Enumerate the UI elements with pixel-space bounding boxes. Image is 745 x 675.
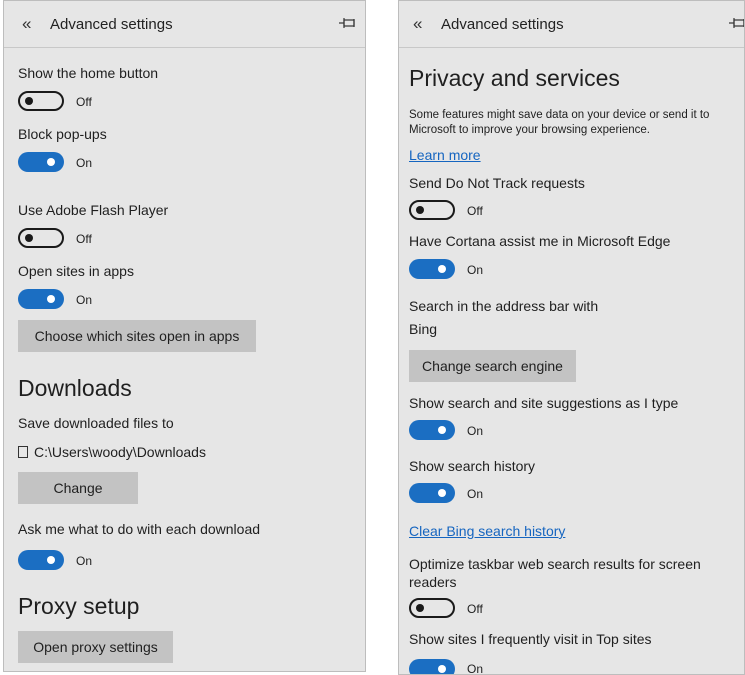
block-popups-toggle[interactable] (18, 152, 64, 172)
panel-title: Advanced settings (50, 16, 173, 33)
search-history-state: On (467, 487, 484, 501)
change-search-engine-button[interactable]: Change search engine (409, 350, 576, 382)
back-chevron-icon[interactable]: « (413, 14, 422, 34)
download-path: C:\Users\woody\Downloads (18, 444, 206, 460)
flash-player-label: Use Adobe Flash Player (18, 202, 169, 218)
do-not-track-toggle[interactable] (409, 200, 455, 220)
optimize-taskbar-state: Off (467, 602, 483, 616)
top-sites-label: Show sites I frequently visit in Top sit… (409, 631, 652, 647)
toggle-knob (25, 234, 33, 242)
search-suggestions-toggle[interactable] (409, 420, 455, 440)
search-suggestions-state: On (467, 424, 484, 438)
cortana-label: Have Cortana assist me in Microsoft Edge (409, 233, 671, 249)
do-not-track-state: Off (467, 204, 483, 218)
cortana-toggle[interactable] (409, 259, 455, 279)
toggle-knob (438, 665, 446, 673)
panel-header: « Advanced settings (4, 1, 365, 48)
folder-icon (18, 446, 28, 458)
privacy-heading: Privacy and services (409, 65, 620, 91)
home-button-label: Show the home button (18, 65, 159, 81)
search-suggestions-label: Show search and site suggestions as I ty… (409, 395, 679, 411)
toggle-knob (416, 604, 424, 612)
do-not-track-label: Send Do Not Track requests (409, 175, 585, 191)
back-chevron-icon[interactable]: « (22, 14, 31, 34)
flash-player-state: Off (76, 232, 92, 246)
toggle-knob (47, 158, 55, 166)
toggle-knob (47, 556, 55, 564)
home-button-toggle[interactable] (18, 91, 64, 111)
search-engine-label: Search in the address bar with (409, 298, 599, 314)
open-sites-in-apps-label: Open sites in apps (18, 263, 134, 279)
ask-download-toggle[interactable] (18, 550, 64, 570)
pin-icon[interactable] (728, 15, 745, 31)
toggle-knob (438, 489, 446, 497)
search-history-toggle[interactable] (409, 483, 455, 503)
top-sites-state: On (467, 662, 484, 675)
downloads-heading: Downloads (18, 375, 132, 401)
choose-sites-button[interactable]: Choose which sites open in apps (18, 320, 256, 352)
proxy-heading: Proxy setup (18, 593, 140, 619)
privacy-description: Some features might save data on your de… (409, 109, 710, 136)
block-popups-label: Block pop-ups (18, 126, 107, 142)
save-downloads-label: Save downloaded files to (18, 415, 174, 431)
open-sites-in-apps-toggle[interactable] (18, 289, 64, 309)
panel-title: Advanced settings (441, 16, 564, 33)
toggle-knob (416, 206, 424, 214)
top-sites-toggle[interactable] (409, 659, 455, 674)
toggle-knob (438, 426, 446, 434)
optimize-taskbar-toggle[interactable] (409, 598, 455, 618)
toggle-knob (438, 265, 446, 273)
search-history-label: Show search history (409, 458, 536, 474)
clear-bing-history-link[interactable]: Clear Bing search history (409, 523, 565, 539)
open-proxy-settings-button[interactable]: Open proxy settings (18, 631, 173, 663)
advanced-settings-panel-right: « Advanced settings Privacy and services… (398, 0, 745, 675)
open-sites-in-apps-state: On (76, 293, 93, 307)
change-download-location-button[interactable]: Change (18, 472, 138, 504)
download-path-text: C:\Users\woody\Downloads (34, 444, 206, 460)
ask-download-label: Ask me what to do with each download (18, 521, 261, 537)
home-button-state: Off (76, 95, 92, 109)
advanced-settings-panel-left: « Advanced settings Show the home button… (3, 0, 366, 672)
toggle-knob (47, 295, 55, 303)
flash-player-toggle[interactable] (18, 228, 64, 248)
toggle-knob (25, 97, 33, 105)
block-popups-state: On (76, 156, 93, 170)
optimize-taskbar-label: Optimize taskbar web search results for … (409, 556, 701, 590)
pin-icon[interactable] (338, 15, 358, 31)
panel-header: « Advanced settings (399, 1, 744, 48)
ask-download-state: On (76, 554, 93, 568)
learn-more-link[interactable]: Learn more (409, 147, 481, 163)
search-engine-value: Bing (409, 321, 438, 337)
cortana-state: On (467, 263, 484, 277)
